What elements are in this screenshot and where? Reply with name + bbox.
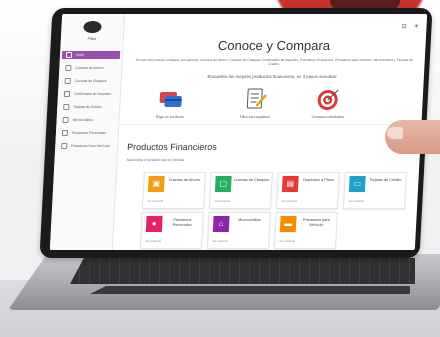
certificate-icon (63, 91, 71, 97)
laptop-keyboard (70, 258, 415, 284)
brightness-icon[interactable]: ☀ (413, 23, 419, 30)
product-card-cuentas-ahorro[interactable]: ▣ Cuentas de Ahorro Ver producto (141, 172, 206, 209)
brand-name: Fitko (87, 36, 97, 41)
sidebar-item-certificados[interactable]: Certificados de Depósito (60, 90, 118, 98)
piggy-bank-icon (65, 65, 72, 71)
product-card-link[interactable]: Ver producto (279, 239, 295, 243)
card-icon (63, 104, 70, 110)
step-label-filtra: Filtra tus requisitos (239, 115, 270, 119)
product-card-label: Tarjetas de Crédito (369, 178, 402, 182)
credit-card-icon: ▭ (348, 176, 366, 192)
car-icon (61, 143, 68, 149)
fingernail (387, 127, 403, 139)
product-card-prestamos-personales[interactable]: ● Préstamos Personales Ver producto (139, 212, 204, 249)
checklist-icon (242, 86, 269, 112)
product-card-link[interactable]: Ver producto (214, 199, 230, 203)
sidebar-item-prestamos-personales[interactable]: Préstamos Personales (58, 129, 116, 137)
product-card-prestamos-vehiculo[interactable]: ▬ Préstamos para Vehículo Ver producto (273, 212, 338, 249)
products-title: Productos Financieros (126, 142, 218, 152)
product-card-cuentas-cheques[interactable]: ▢ Cuentas de Cheques Ver producto (208, 172, 273, 209)
sidebar-item-label: Inicio (75, 53, 85, 57)
product-card-label: Préstamos Personales (172, 218, 192, 227)
product-card-link[interactable]: Ver producto (147, 199, 163, 203)
product-card-tarjetas[interactable]: ▭ Tarjetas de Crédito Ver producto (342, 172, 407, 209)
checkbook-icon: ▢ (214, 176, 232, 192)
sidebar-item-tarjetas[interactable]: Tarjetas de Crédito (59, 103, 117, 111)
sidebar-item-inicio[interactable]: Inicio (61, 51, 121, 59)
product-card-link[interactable]: Ver producto (348, 199, 364, 203)
product-card-microcreditos[interactable]: ⌂ Microcréditos Ver producto (206, 212, 271, 249)
product-card-depositos[interactable]: ▤ Depósitos a Plazo Ver producto (275, 172, 340, 209)
product-card-label: Préstamos para Vehículo (302, 218, 330, 227)
window-icon[interactable]: ⊡ (401, 23, 406, 30)
home-icon (65, 52, 73, 58)
microcredit-icon (62, 117, 69, 123)
person-icon: ● (145, 216, 163, 232)
product-card-label: Microcréditos (237, 218, 261, 222)
sidebar-item-label: Cuentas de Cheques (74, 79, 107, 83)
savings-icon: ▣ (147, 176, 165, 192)
house-icon: ⌂ (212, 216, 230, 232)
laptop-screen: Fitko Inicio Cuentas de Ahorro Cuentas d… (49, 14, 428, 250)
product-card-link[interactable]: Ver producto (281, 199, 297, 203)
step-label-elige: Elige un producto (155, 115, 184, 119)
deposit-icon: ▤ (281, 176, 299, 192)
page-title: Conoce y Compara (217, 38, 331, 53)
product-card-label: Depósitos a Plazo (303, 178, 334, 182)
sidebar-item-microcreditos[interactable]: Microcréditos (58, 116, 116, 124)
target-icon (315, 86, 342, 112)
product-card-link[interactable]: Ver producto (145, 239, 161, 243)
car-icon: ▬ (279, 216, 297, 232)
loan-icon (61, 130, 69, 136)
sidebar-item-label: Cuentas de Ahorro (75, 66, 104, 70)
sidebar-item-cuentas-cheques[interactable]: Cuentas de Cheques (60, 77, 118, 85)
page-description: En este sitio podrás comparar, por ejemp… (135, 58, 413, 67)
products-subtitle: Selecciona el producto que te interesa (126, 158, 185, 162)
laptop-spacebar-row (90, 286, 410, 294)
sidebar-item-label: Tarjetas de Crédito (73, 105, 102, 109)
sidebar-item-label: Certificados de Depósito (73, 92, 112, 96)
step-label-compara: Compara resultados (311, 115, 345, 119)
product-card-link[interactable]: Ver producto (212, 239, 228, 243)
sidebar-item-cuentas-ahorro[interactable]: Cuentas de Ahorro (61, 64, 119, 72)
sidebar-item-label: Préstamos Personales (71, 131, 107, 135)
section-divider (118, 124, 422, 125)
sidebar-item-label: Microcréditos (72, 118, 93, 122)
check-icon (64, 78, 71, 84)
brand-logo[interactable] (83, 21, 102, 33)
product-card-label: Cuentas de Ahorro (168, 178, 201, 182)
sidebar-item-prestamos-vehiculo[interactable]: Préstamos Para Vehículo (57, 142, 115, 150)
steps-subtitle: Encuentra los mejores productos financie… (207, 74, 338, 79)
sidebar: Fitko Inicio Cuentas de Ahorro Cuentas d… (49, 14, 126, 250)
card-icon (157, 86, 184, 112)
sidebar-item-label: Préstamos Para Vehículo (71, 144, 110, 148)
product-card-label: Cuentas de Cheques (233, 178, 270, 182)
